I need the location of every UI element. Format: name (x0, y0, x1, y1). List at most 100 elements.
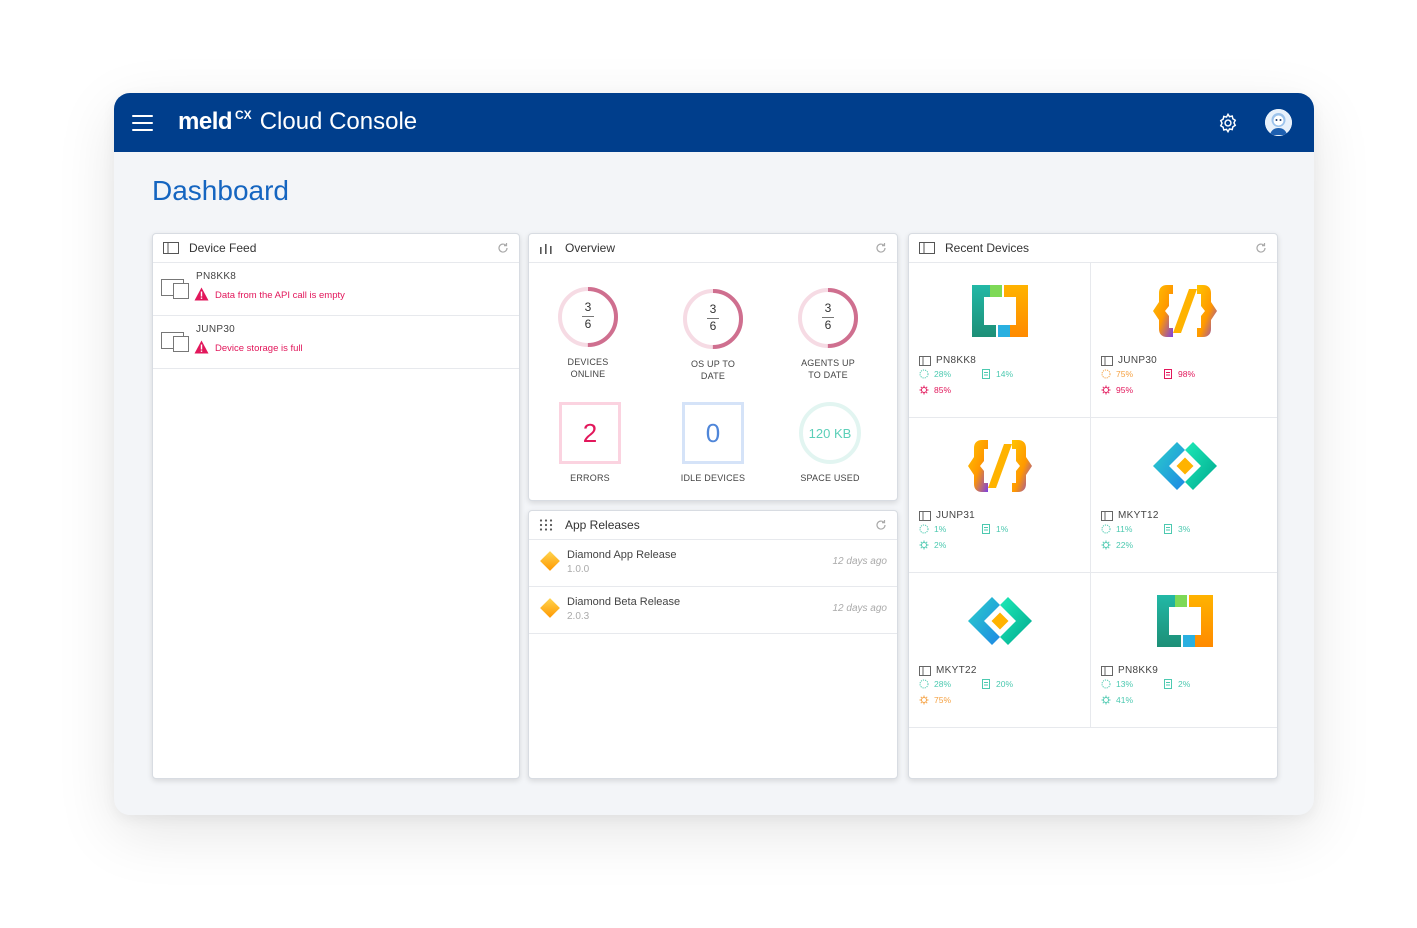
cpu-metric: 11% (1101, 524, 1132, 534)
cpu-metric: 28% (919, 679, 951, 689)
chevrons-logo (966, 591, 1034, 651)
gear-icon[interactable] (1217, 112, 1239, 134)
device-tile-pn8kk9[interactable]: PN8KK9 13% 2% 41% (1091, 573, 1277, 728)
cpu-metric: 75% (1101, 369, 1133, 379)
chevrons-logo (1151, 436, 1219, 496)
release-version: 2.0.3 (567, 611, 590, 622)
diamond-icon (540, 598, 560, 618)
release-time: 12 days ago (832, 556, 888, 567)
release-time: 12 days ago (832, 603, 888, 614)
temperature-metric: 2% (919, 540, 946, 550)
recent-devices-card: Recent Devices PN8KK8 28% 14% 85% JUNP30 75% 9… (908, 233, 1278, 779)
stat-label: SPACE USED (800, 473, 860, 483)
refresh-icon[interactable] (875, 242, 887, 254)
agents-up-to-date-stat[interactable]: 3 6 AGENTS UP TO DATE (773, 287, 883, 381)
stat-denominator: 6 (824, 318, 832, 332)
memory-metric: 3% (1163, 524, 1190, 534)
feed-item[interactable]: JUNP30 Device storage is full (153, 316, 519, 369)
temperature-metric: 22% (1101, 540, 1133, 550)
memory-metric: 14% (981, 369, 1013, 379)
space-used-stat[interactable]: 120 KB SPACE USED (775, 402, 885, 484)
feed-message: Device storage is full (215, 343, 303, 354)
card-header: Overview (529, 234, 897, 263)
brand-title: Cloud Console (259, 108, 418, 135)
device-name: MKYT22 (919, 665, 977, 676)
feed-item[interactable]: PN8KK8 Data from the API call is empty (153, 263, 519, 316)
feed-device-name: JUNP30 (196, 324, 236, 335)
user-avatar[interactable] (1265, 109, 1292, 136)
feed-device-name: PN8KK8 (196, 271, 237, 282)
memory-metric: 98% (1163, 369, 1195, 379)
device-tile-mkyt12[interactable]: MKYT12 11% 3% 22% (1091, 418, 1277, 573)
device-icon (161, 332, 189, 352)
app-releases-card: App Releases Diamond App Release 1.0.0 1… (528, 510, 898, 779)
device-name: PN8KK9 (1101, 665, 1158, 676)
braces-logo (966, 436, 1034, 496)
card-header: Recent Devices (909, 234, 1277, 263)
idle-devices-stat[interactable]: 0 IDLE DEVICES (658, 402, 768, 484)
release-name: Diamond Beta Release (567, 596, 681, 608)
temperature-metric: 41% (1101, 695, 1133, 705)
menu-icon[interactable] (132, 115, 153, 131)
refresh-icon[interactable] (875, 519, 887, 531)
errors-stat[interactable]: 2 ERRORS (535, 402, 645, 484)
release-item[interactable]: Diamond App Release 1.0.0 12 days ago (529, 540, 897, 587)
overview-card: Overview 3 6 DEVICES ONLINE 3 6 OS UP TO… (528, 233, 898, 501)
idle-value: 0 (682, 402, 744, 464)
stat-label: IDLE DEVICES (680, 473, 746, 483)
memory-metric: 20% (981, 679, 1013, 689)
stat-label: AGENTS UP TO DATE (801, 358, 855, 380)
refresh-icon[interactable] (497, 242, 509, 254)
release-name: Diamond App Release (567, 549, 677, 561)
brand-meld: meld (178, 108, 233, 135)
device-tile-junp30[interactable]: JUNP30 75% 98% 95% (1091, 263, 1277, 418)
brackets-logo (966, 281, 1034, 341)
stat-numerator: 3 (584, 300, 592, 314)
space-value: 120 KB (799, 402, 861, 464)
temperature-metric: 75% (919, 695, 951, 705)
progress-ring: 3 6 (682, 288, 744, 350)
device-tile-pn8kk8[interactable]: PN8KK8 28% 14% 85% (909, 263, 1091, 418)
errors-value: 2 (559, 402, 621, 464)
device-name: JUNP30 (1101, 355, 1157, 366)
stat-numerator: 3 (709, 302, 717, 316)
card-title: Device Feed (189, 241, 257, 255)
page-title: Dashboard (152, 175, 289, 206)
brand-logo[interactable]: meld CX Cloud Console (178, 108, 417, 136)
card-header: Device Feed (153, 234, 519, 263)
release-version: 1.0.0 (567, 564, 590, 575)
device-tile-junp31[interactable]: JUNP31 1% 1% 2% (909, 418, 1091, 573)
card-header: App Releases (529, 511, 897, 540)
card-title: App Releases (565, 518, 640, 532)
refresh-icon[interactable] (1255, 242, 1267, 254)
stat-label: DEVICES ONLINE (567, 357, 609, 379)
device-icon (161, 279, 189, 299)
memory-metric: 1% (981, 524, 1008, 534)
feed-message: Data from the API call is empty (215, 290, 345, 301)
apps-grid-icon (539, 519, 553, 531)
cpu-metric: 13% (1101, 679, 1133, 689)
stat-denominator: 6 (584, 317, 592, 331)
temperature-metric: 95% (1101, 385, 1133, 395)
app-window: meld CX Cloud Console Dashboard Device F… (114, 93, 1314, 815)
card-title: Overview (565, 241, 616, 255)
progress-ring: 3 6 (797, 287, 859, 349)
release-item[interactable]: Diamond Beta Release 2.0.3 12 days ago (529, 587, 897, 634)
cpu-metric: 28% (919, 369, 951, 379)
brackets-logo (1151, 591, 1219, 651)
stat-label: ERRORS (570, 473, 610, 483)
memory-metric: 2% (1163, 679, 1190, 689)
progress-ring: 3 6 (557, 286, 619, 348)
brand-cx: CX (235, 108, 252, 122)
os-up-to-date-stat[interactable]: 3 6 OS UP TO DATE (658, 288, 768, 382)
device-name: JUNP31 (919, 510, 975, 521)
temperature-metric: 85% (919, 385, 951, 395)
device-tile-mkyt22[interactable]: MKYT22 28% 20% 75% (909, 573, 1091, 728)
stat-denominator: 6 (709, 319, 717, 333)
device-icon (163, 242, 179, 254)
devices-online-stat[interactable]: 3 6 DEVICES ONLINE (533, 286, 643, 380)
device-name: MKYT12 (1101, 510, 1159, 521)
braces-logo (1151, 281, 1219, 341)
device-icon (919, 242, 935, 254)
diamond-icon (540, 551, 560, 571)
